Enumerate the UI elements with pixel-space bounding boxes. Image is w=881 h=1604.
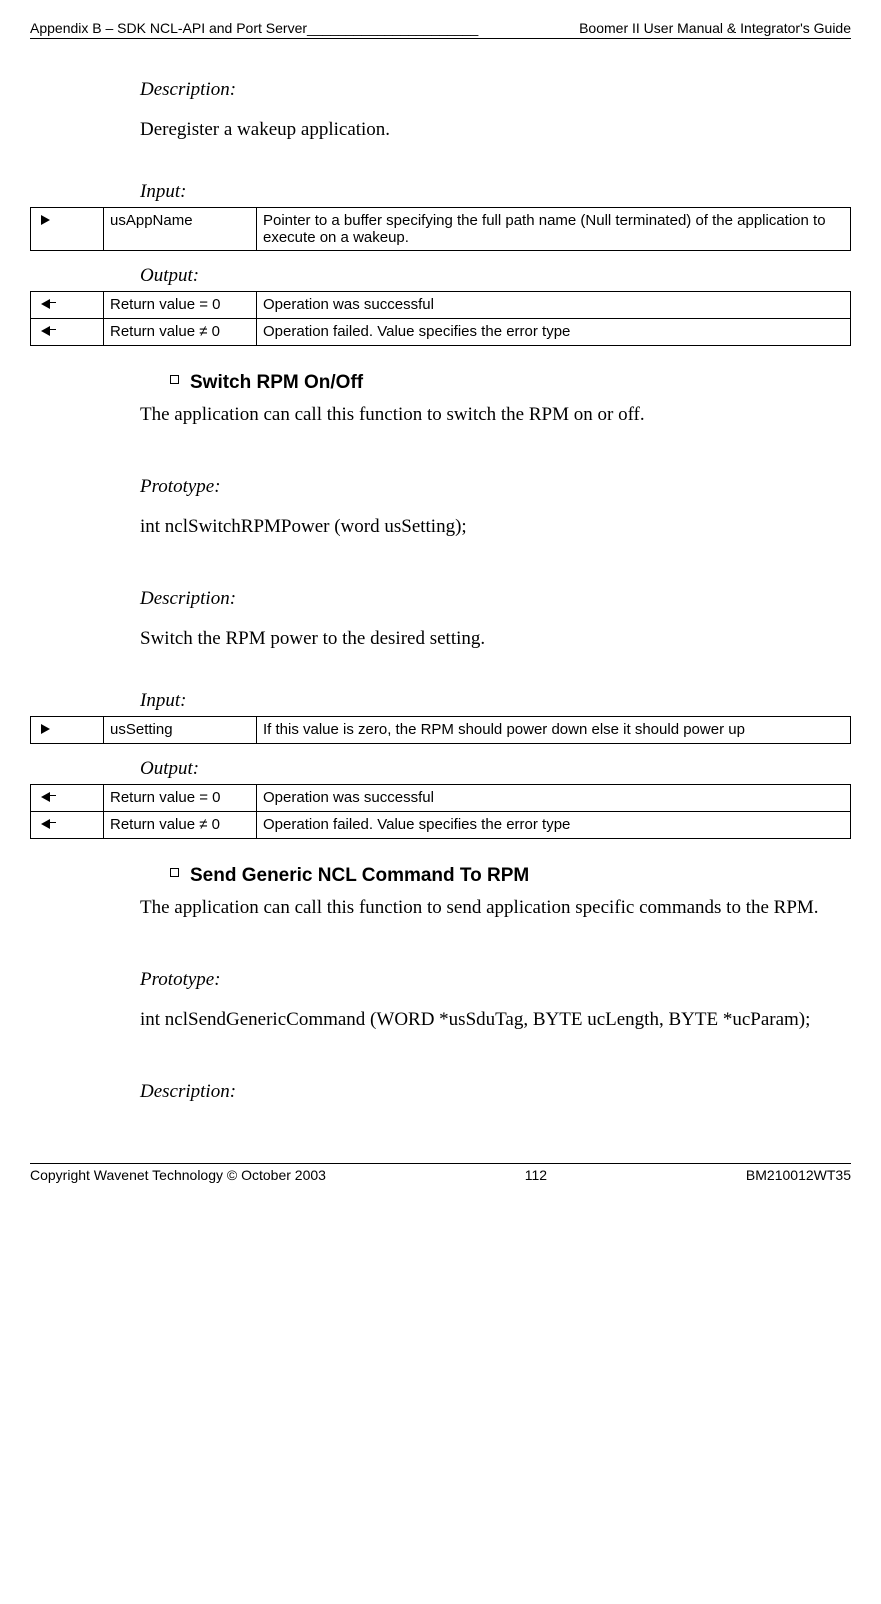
table-row: usAppName Pointer to a buffer specifying…: [31, 208, 851, 251]
return-desc: Operation was successful: [257, 785, 851, 812]
table-row: Return value = 0 Operation was successfu…: [31, 292, 851, 319]
description-label-1: Description:: [140, 79, 851, 101]
footer-page-number: 112: [525, 1167, 547, 1183]
square-bullet-icon: [170, 868, 179, 877]
param-name: usAppName: [104, 208, 257, 251]
footer-left: Copyright Wavenet Technology © October 2…: [30, 1167, 326, 1183]
arrow-left-icon: [31, 292, 104, 319]
arrow-left-icon: [31, 785, 104, 812]
subsection-heading-switch-rpm: Switch RPM On/Off: [140, 372, 851, 394]
input-label-1: Input:: [140, 181, 851, 203]
page-content: Description: Deregister a wakeup applica…: [30, 79, 851, 1103]
arrow-left-icon: [31, 319, 104, 346]
description-label-2: Description:: [140, 588, 851, 610]
output-label-2: Output:: [140, 758, 851, 780]
return-name: Return value = 0: [104, 785, 257, 812]
intro-text-3: The application can call this function t…: [140, 897, 851, 919]
header-left: Appendix B – SDK NCL-API and Port Server: [30, 20, 307, 36]
square-bullet-icon: [170, 375, 179, 384]
header-right: Boomer II User Manual & Integrator's Gui…: [579, 20, 851, 36]
input-table-1: usAppName Pointer to a buffer specifying…: [30, 207, 851, 251]
footer-right: BM210012WT35: [746, 1167, 851, 1183]
output-table-1: Return value = 0 Operation was successfu…: [30, 291, 851, 346]
header-fill: ______________________: [307, 20, 478, 36]
param-desc: If this value is zero, the RPM should po…: [257, 717, 851, 744]
return-desc: Operation failed. Value specifies the er…: [257, 319, 851, 346]
description-label-3: Description:: [140, 1081, 851, 1103]
arrow-right-icon: [31, 208, 104, 251]
output-label-1: Output:: [140, 265, 851, 287]
heading-text: Send Generic NCL Command To RPM: [190, 865, 529, 886]
prototype-label-3: Prototype:: [140, 969, 851, 991]
table-row: Return value = 0 Operation was successfu…: [31, 785, 851, 812]
intro-text-2: The application can call this function t…: [140, 404, 851, 426]
return-desc: Operation failed. Value specifies the er…: [257, 812, 851, 839]
description-text-2: Switch the RPM power to the desired sett…: [140, 628, 851, 650]
table-row: Return value ≠ 0 Operation failed. Value…: [31, 812, 851, 839]
param-desc: Pointer to a buffer specifying the full …: [257, 208, 851, 251]
output-table-2: Return value = 0 Operation was successfu…: [30, 784, 851, 839]
page-footer: Copyright Wavenet Technology © October 2…: [30, 1163, 851, 1183]
description-text-1: Deregister a wakeup application.: [140, 119, 851, 141]
subsection-heading-send-generic: Send Generic NCL Command To RPM: [140, 865, 851, 887]
arrow-left-icon: [31, 812, 104, 839]
table-row: usSetting If this value is zero, the RPM…: [31, 717, 851, 744]
heading-text: Switch RPM On/Off: [190, 372, 363, 393]
page-header: Appendix B – SDK NCL-API and Port Server…: [30, 20, 851, 39]
input-label-2: Input:: [140, 690, 851, 712]
return-desc: Operation was successful: [257, 292, 851, 319]
arrow-right-icon: [31, 717, 104, 744]
prototype-text-3: int nclSendGenericCommand (WORD *usSduTa…: [140, 1009, 851, 1031]
prototype-text-2: int nclSwitchRPMPower (word usSetting);: [140, 516, 851, 538]
return-name: Return value = 0: [104, 292, 257, 319]
input-table-2: usSetting If this value is zero, the RPM…: [30, 716, 851, 744]
param-name: usSetting: [104, 717, 257, 744]
table-row: Return value ≠ 0 Operation failed. Value…: [31, 319, 851, 346]
return-name: Return value ≠ 0: [104, 812, 257, 839]
prototype-label-2: Prototype:: [140, 476, 851, 498]
return-name: Return value ≠ 0: [104, 319, 257, 346]
